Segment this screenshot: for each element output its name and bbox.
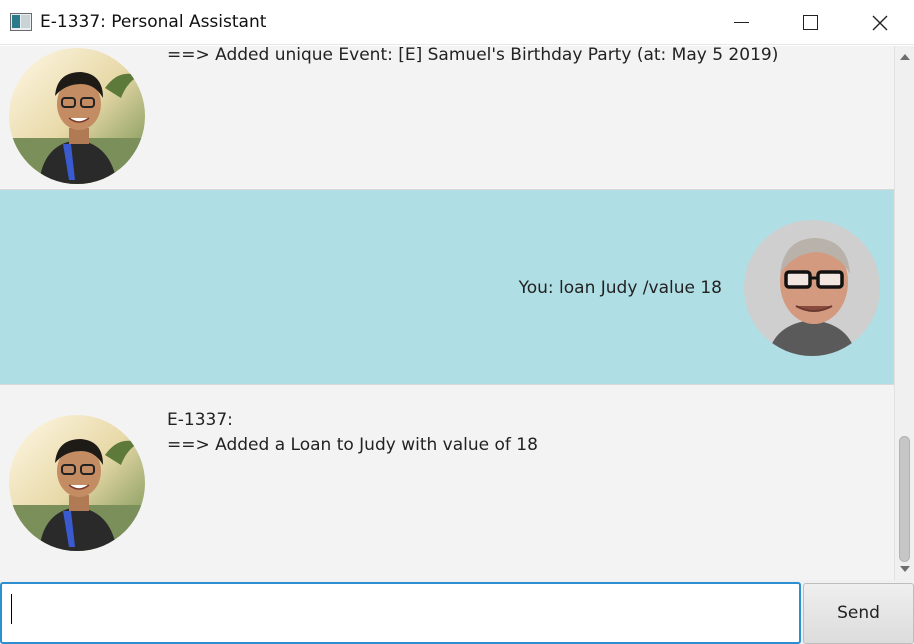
maximize-icon[interactable] <box>775 0 845 45</box>
send-button[interactable]: Send <box>803 583 914 644</box>
close-icon[interactable] <box>844 0 914 45</box>
bot-dialog: E-1337: ==> Added a Loan to Judy with va… <box>0 385 894 580</box>
minimize-icon[interactable] <box>706 0 776 45</box>
bot-message: E-1337: ==> Added a Loan to Judy with va… <box>167 410 538 455</box>
vertical-scrollbar[interactable] <box>894 46 914 580</box>
text-caret <box>11 594 12 624</box>
window-title: E-1337: Personal Assistant <box>40 12 267 32</box>
bot-avatar <box>9 415 145 551</box>
scroll-up-arrow-icon[interactable] <box>900 54 910 60</box>
user-dialog: You: loan Judy /value 18 <box>0 189 894 385</box>
scrollbar-thumb[interactable] <box>899 436 910 562</box>
input-row: Send <box>0 580 914 644</box>
user-avatar <box>744 220 880 356</box>
bot-message: ==> Added unique Event: [E] Samuel's Bir… <box>167 46 779 65</box>
app-window-icon <box>10 13 32 31</box>
user-message: You: loan Judy /value 18 <box>518 278 722 298</box>
title-bar: E-1337: Personal Assistant <box>0 0 914 45</box>
scroll-down-arrow-icon[interactable] <box>900 566 910 572</box>
user-input-field[interactable] <box>0 582 801 644</box>
bot-dialog: ==> Added unique Event: [E] Samuel's Bir… <box>0 46 894 188</box>
dialog-scroll-area[interactable]: ==> Added unique Event: [E] Samuel's Bir… <box>0 46 914 580</box>
bot-avatar <box>9 48 145 184</box>
